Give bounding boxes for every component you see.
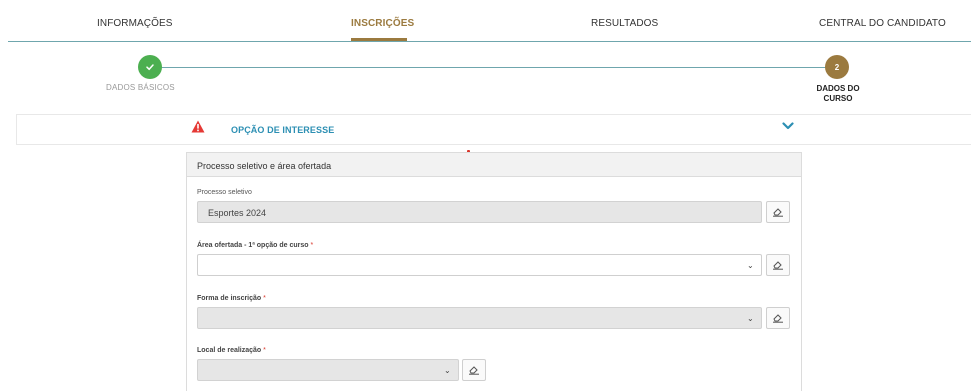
required-mark: * bbox=[310, 242, 314, 249]
step-2-number: 2 bbox=[834, 62, 840, 72]
form-panel: Processo seletivo e área ofertada Proces… bbox=[186, 152, 802, 391]
step-2-label: DADOS DO CURSO bbox=[816, 84, 860, 103]
area-ofertada-label: Área ofertada - 1ª opção de curso * bbox=[197, 242, 313, 249]
processo-seletivo-value: Esportes 2024 bbox=[208, 208, 267, 218]
processo-seletivo-field: Esportes 2024 bbox=[197, 201, 762, 223]
nav-inscricoes[interactable]: INSCRIÇÕES bbox=[351, 18, 414, 29]
top-nav: INFORMAÇÕES INSCRIÇÕES RESULTADOS CENTRA… bbox=[0, 0, 971, 42]
chevron-down-icon[interactable] bbox=[782, 121, 794, 131]
area-clear-button[interactable] bbox=[766, 254, 790, 276]
local-realizacao-select[interactable]: ⌄ bbox=[197, 359, 459, 381]
nav-divider bbox=[8, 41, 971, 42]
required-mark: * bbox=[263, 347, 266, 354]
panel-title: Processo seletivo e área ofertada bbox=[197, 161, 332, 171]
step-1-label: DADOS BÁSICOS bbox=[106, 83, 175, 92]
panel-header: Processo seletivo e área ofertada bbox=[187, 153, 801, 177]
required-mark: * bbox=[263, 295, 266, 302]
local-realizacao-label: Local de realização * bbox=[197, 347, 266, 354]
select-chevron-icon: ⌄ bbox=[747, 314, 754, 323]
area-ofertada-label-text: Área ofertada - 1ª opção de curso bbox=[197, 242, 309, 249]
select-chevron-icon: ⌄ bbox=[747, 261, 754, 270]
processo-seletivo-label: Processo seletivo bbox=[197, 189, 252, 196]
eraser-icon bbox=[773, 314, 783, 323]
eraser-icon bbox=[469, 366, 479, 375]
forma-inscricao-select[interactable]: ⌄ bbox=[197, 307, 762, 329]
forma-inscricao-label-text: Forma de inscrição bbox=[197, 295, 262, 302]
nav-informacoes[interactable]: INFORMAÇÕES bbox=[97, 18, 173, 29]
warning-icon bbox=[191, 120, 205, 133]
local-realizacao-label-text: Local de realização bbox=[197, 347, 262, 354]
forma-clear-button[interactable] bbox=[766, 307, 790, 329]
section-header[interactable] bbox=[16, 114, 971, 145]
step-1-complete[interactable] bbox=[138, 55, 162, 79]
eraser-icon bbox=[773, 208, 783, 217]
stepper-line bbox=[150, 67, 838, 68]
area-ofertada-select[interactable]: ⌄ bbox=[197, 254, 762, 276]
processo-clear-button[interactable] bbox=[766, 201, 790, 223]
select-chevron-icon: ⌄ bbox=[444, 366, 451, 375]
section-title[interactable]: OPÇÃO DE INTERESSE bbox=[231, 125, 334, 135]
nav-central-do-candidato[interactable]: CENTRAL DO CANDIDATO bbox=[819, 18, 946, 29]
eraser-icon bbox=[773, 261, 783, 270]
nav-resultados[interactable]: RESULTADOS bbox=[591, 18, 658, 29]
step-2-current[interactable]: 2 bbox=[825, 55, 849, 79]
local-clear-button[interactable] bbox=[462, 359, 486, 381]
check-icon bbox=[146, 64, 154, 71]
forma-inscricao-label: Forma de inscrição * bbox=[197, 295, 266, 302]
